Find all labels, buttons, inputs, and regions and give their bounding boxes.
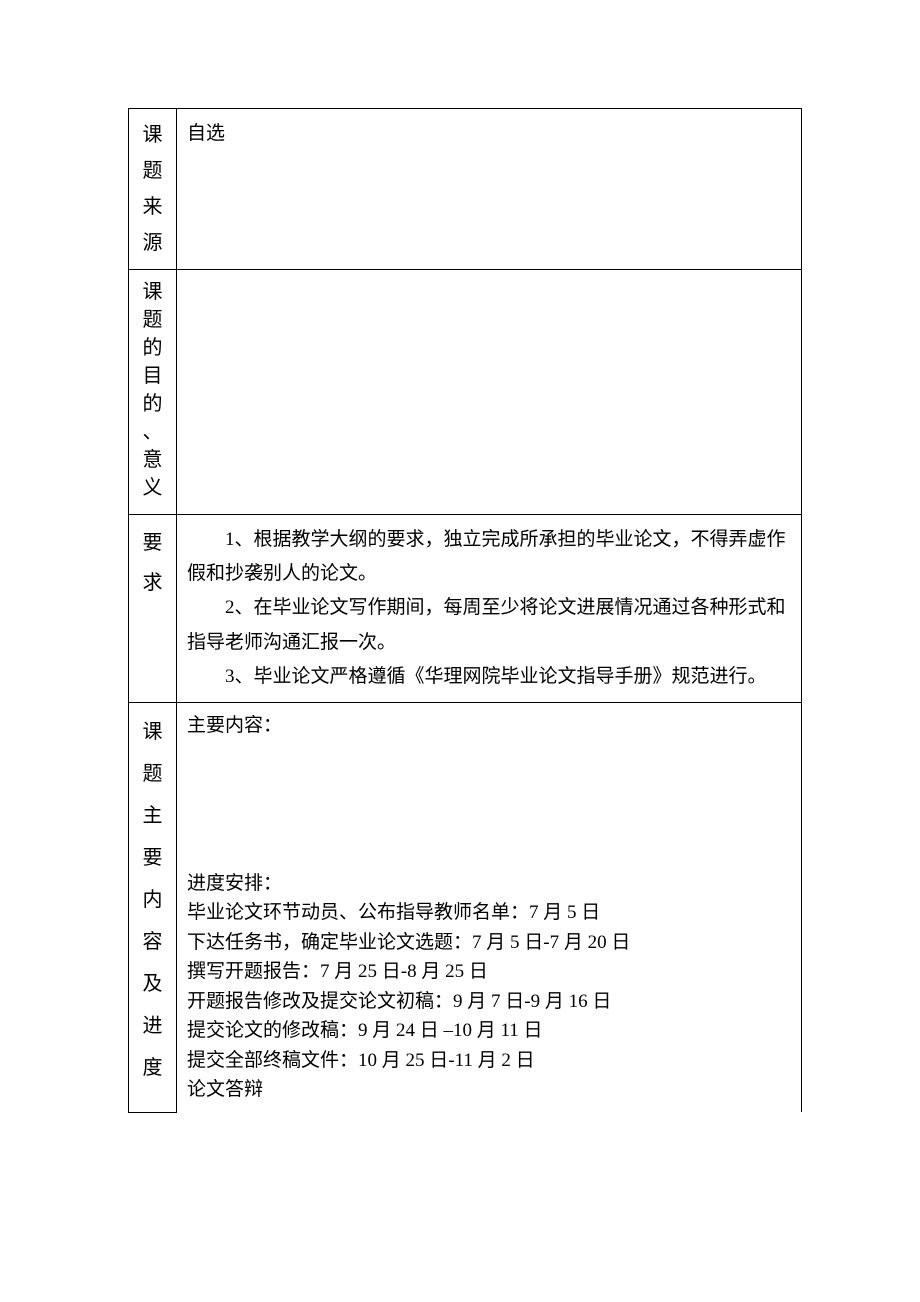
row-requirements: 要 求 1、根据教学大纲的要求，独立完成所承担的毕业论文，不得弄虚作假和抄袭别人… — [129, 515, 802, 703]
row-main-content-schedule: 课 题 主 要 内 容 及 进 度 主要内容： 进度安排： 毕业论文环节动员、公… — [129, 702, 802, 1112]
schedule-item: 提交论文的修改稿：9 月 24 日 –10 月 11 日 — [187, 1016, 791, 1045]
schedule-heading: 进度安排： — [187, 869, 791, 898]
row-topic-source: 课 题 来 源 自选 — [129, 109, 802, 270]
content-topic-purpose — [177, 270, 802, 515]
thesis-task-table: 课 题 来 源 自选 课 题 的 目 的 、 意 义 要 求 1、根据 — [128, 108, 802, 1113]
schedule-item: 开题报告修改及提交论文初稿：9 月 7 日-9 月 16 日 — [187, 987, 791, 1016]
requirement-item: 1、根据教学大纲的要求，独立完成所承担的毕业论文，不得弄虚作假和抄袭别人的论文。 — [187, 523, 791, 591]
row-topic-purpose: 课 题 的 目 的 、 意 义 — [129, 270, 802, 515]
label-topic-purpose: 课 题 的 目 的 、 意 义 — [129, 270, 177, 515]
label-requirements: 要 求 — [129, 515, 177, 703]
schedule-item: 提交全部终稿文件：10 月 25 日-11 月 2 日 — [187, 1046, 791, 1075]
topic-source-value: 自选 — [187, 123, 225, 144]
content-main-schedule: 主要内容： 进度安排： 毕业论文环节动员、公布指导教师名单：7 月 5 日 下达… — [177, 702, 802, 1112]
schedule-item: 毕业论文环节动员、公布指导教师名单：7 月 5 日 — [187, 898, 791, 927]
label-main-content-schedule: 课 题 主 要 内 容 及 进 度 — [129, 702, 177, 1112]
schedule-block: 进度安排： 毕业论文环节动员、公布指导教师名单：7 月 5 日 下达任务书，确定… — [187, 869, 791, 1105]
schedule-item: 下达任务书，确定毕业论文选题：7 月 5 日-7 月 20 日 — [187, 928, 791, 957]
schedule-item: 撰写开题报告：7 月 25 日-8 月 25 日 — [187, 957, 791, 986]
content-topic-source: 自选 — [177, 109, 802, 270]
label-topic-source: 课 题 来 源 — [129, 109, 177, 270]
content-requirements: 1、根据教学大纲的要求，独立完成所承担的毕业论文，不得弄虚作假和抄袭别人的论文。… — [177, 515, 802, 703]
requirement-item: 2、在毕业论文写作期间，每周至少将论文进展情况通过各种形式和指导老师沟通汇报一次… — [187, 591, 791, 659]
schedule-item: 论文答辩 — [187, 1075, 791, 1104]
requirement-item: 3、毕业论文严格遵循《华理网院毕业论文指导手册》规范进行。 — [187, 660, 791, 694]
main-content-heading: 主要内容： — [187, 711, 791, 740]
